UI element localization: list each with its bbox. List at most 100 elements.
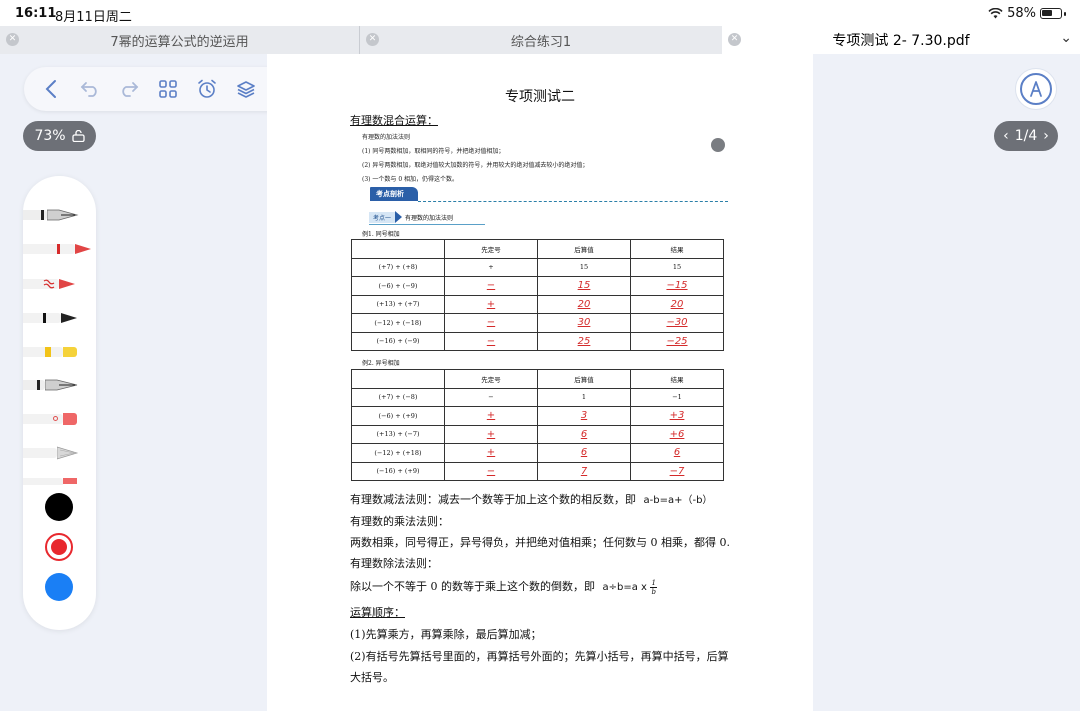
table-row: (−6) + (+9) +3 +3 [351, 406, 724, 426]
topic-text: 有理数的加法法则 [405, 214, 454, 222]
redo-icon[interactable] [116, 76, 142, 102]
alarm-icon[interactable] [194, 76, 220, 102]
table-expression-cell: (−6) + (−9) [351, 276, 445, 296]
divide-title: 有理数除法法则： [350, 557, 438, 570]
table-row: (−6) + (−9) −15 −15 [351, 276, 724, 296]
status-bar: 16:11 8月11日周二 58% [0, 0, 1080, 26]
tab-label: 综合练习1 [510, 34, 572, 50]
prev-page-icon[interactable]: ‹ [1003, 128, 1009, 144]
battery-icon [1040, 8, 1062, 19]
table-answer-cell: 6 [537, 424, 631, 444]
table-answer-cell: 6 [630, 443, 724, 463]
status-time: 16:11 [15, 6, 57, 21]
table-row: (−12) + (+18) +6 6 [351, 443, 724, 463]
table-header-cell [351, 369, 445, 389]
tab-bar: ✕ 7幂的运算公式的逆运用 ✕ 综合练习1 ✕ 专项测试 2- 7.30.pdf… [0, 26, 1080, 54]
table-expression-cell: (−12) + (−18) [351, 313, 445, 333]
table-answer-cell: 20 [630, 294, 724, 314]
rule-title: 有理数的加法法则 [362, 134, 411, 141]
wavy-pen-tool[interactable] [23, 277, 79, 291]
example1-label: 例1. 同号相加 [362, 231, 400, 238]
arrow-icon [395, 211, 403, 223]
rule-1: (1) 同号两数相加，取相同的符号，并把绝对值相加； [362, 148, 505, 155]
grid-icon[interactable] [155, 76, 181, 102]
zoom-badge[interactable]: 73% [23, 121, 96, 151]
example1-table: 先定号 后算值 结果 (+7) + (+8) +15 15 (−6) + (−9) −15 −1… [351, 239, 724, 351]
table-row: (−12) + (−18) −30 −30 [351, 313, 724, 333]
table-answer-cell: −15 [630, 276, 724, 296]
color-red-swatch[interactable] [45, 533, 73, 561]
table-answer-cell: + [444, 294, 538, 314]
divider [418, 201, 728, 202]
highlighter-tool[interactable] [23, 345, 79, 359]
table-row: (+13) + (−7) +6 +6 [351, 424, 724, 444]
rule-3: (3) 一个数与 0 相加，仍得这个数。 [362, 176, 459, 183]
tab-test-pdf[interactable]: ✕ 专项测试 2- 7.30.pdf ⌄ [722, 26, 1080, 54]
zoom-label: 73% [34, 128, 66, 144]
order-2: (2)有括号先算括号里面的，再算括号外面的；先算小括号，再算中括号，后算 [350, 650, 729, 663]
eraser-tool[interactable] [23, 412, 79, 426]
red-pen-tool[interactable] [23, 242, 93, 256]
table-header-cell: 先定号 [444, 239, 538, 259]
annotation-marker-icon[interactable] [711, 138, 725, 152]
topic-label: 考点一 有理数的加法法则 [369, 211, 453, 223]
page-indicator: 1/4 [1014, 128, 1038, 144]
status-date: 8月11日周二 [55, 10, 132, 25]
table-answer-cell: −7 [630, 461, 724, 481]
fraction-denominator: b [651, 587, 656, 596]
example2-label: 例2. 异号相加 [362, 360, 400, 367]
black-pen-tool[interactable] [23, 311, 79, 325]
table-answer-cell: +6 [630, 424, 724, 444]
undo-icon[interactable] [77, 76, 103, 102]
multiply-rule: 两数相乘，同号得正，异号得负，并把绝对值相乘；任何数与 0 相乘，都得 0. [350, 536, 730, 549]
page-navigator[interactable]: ‹ 1/4 › [994, 121, 1058, 151]
table-answer-cell: 20 [537, 294, 631, 314]
table-header-cell: 结果 [630, 239, 724, 259]
table-expression-cell: (+7) + (−8) [351, 387, 445, 407]
close-icon[interactable]: ✕ [6, 33, 19, 46]
table-answer-cell: 15 [537, 276, 631, 296]
subtract-formula: a-b=a+（-b） [643, 495, 713, 506]
table-answer-cell: +3 [630, 406, 724, 426]
color-black-swatch[interactable] [45, 493, 73, 521]
divider [369, 224, 485, 225]
color-blue-swatch[interactable] [45, 573, 73, 601]
close-icon[interactable]: ✕ [728, 33, 741, 46]
tab-label: 7幂的运算公式的逆运用 [110, 34, 249, 50]
tab-practice[interactable]: ✕ 综合练习1 [360, 26, 722, 54]
status-right: 58% [988, 6, 1066, 21]
table-header-row: 先定号 后算值 结果 [351, 369, 724, 389]
table-expression-cell: (−6) + (+9) [351, 406, 445, 426]
pencil-mode-button[interactable] [1015, 68, 1057, 110]
pdf-page: 专项测试二 有理数混合运算： 有理数的加法法则 (1) 同号两数相加，取相同的符… [267, 54, 813, 711]
table-answer-cell: 25 [537, 331, 631, 351]
chevron-down-icon[interactable]: ⌄ [1060, 30, 1072, 46]
section-banner: 考点剖析 [370, 187, 418, 201]
table-answer-cell: − [444, 276, 538, 296]
table-header-cell: 后算值 [537, 369, 631, 389]
table-answer-cell: 1 [537, 387, 631, 407]
table-answer-cell: − [444, 461, 538, 481]
subtract-rule: 有理数减法法则：减去一个数等于加上这个数的相反数，即 a-b=a+（-b） [350, 491, 712, 507]
pencil-tool[interactable] [23, 446, 79, 460]
table-header-cell: 先定号 [444, 369, 538, 389]
table-expression-cell: (+13) + (+7) [351, 294, 445, 314]
unlock-icon [71, 130, 85, 142]
table-header-row: 先定号 后算值 结果 [351, 239, 724, 259]
table-answer-cell: −25 [630, 331, 724, 351]
subtract-rule-text: 有理数减法法则：减去一个数等于加上这个数的相反数，即 [350, 493, 636, 506]
table-header-cell [351, 239, 445, 259]
table-answer-cell: − [444, 387, 538, 407]
close-icon[interactable]: ✕ [366, 33, 379, 46]
fountain-pen-tool[interactable] [23, 208, 79, 222]
example2-table: 先定号 后算值 结果 (+7) + (−8) −1 −1 (−6) + (+9) +3 +3 (+… [351, 369, 724, 481]
table-answer-cell: −30 [630, 313, 724, 333]
partial-tool[interactable] [23, 477, 79, 485]
layers-icon[interactable] [233, 76, 259, 102]
back-icon[interactable] [38, 76, 64, 102]
next-page-icon[interactable]: › [1043, 128, 1049, 144]
fountain-pen-tool-2[interactable] [23, 378, 79, 392]
tab-exponent[interactable]: ✕ 7幂的运算公式的逆运用 [0, 26, 360, 54]
fraction: 1b [650, 579, 657, 596]
page-title: 专项测试二 [505, 89, 575, 105]
